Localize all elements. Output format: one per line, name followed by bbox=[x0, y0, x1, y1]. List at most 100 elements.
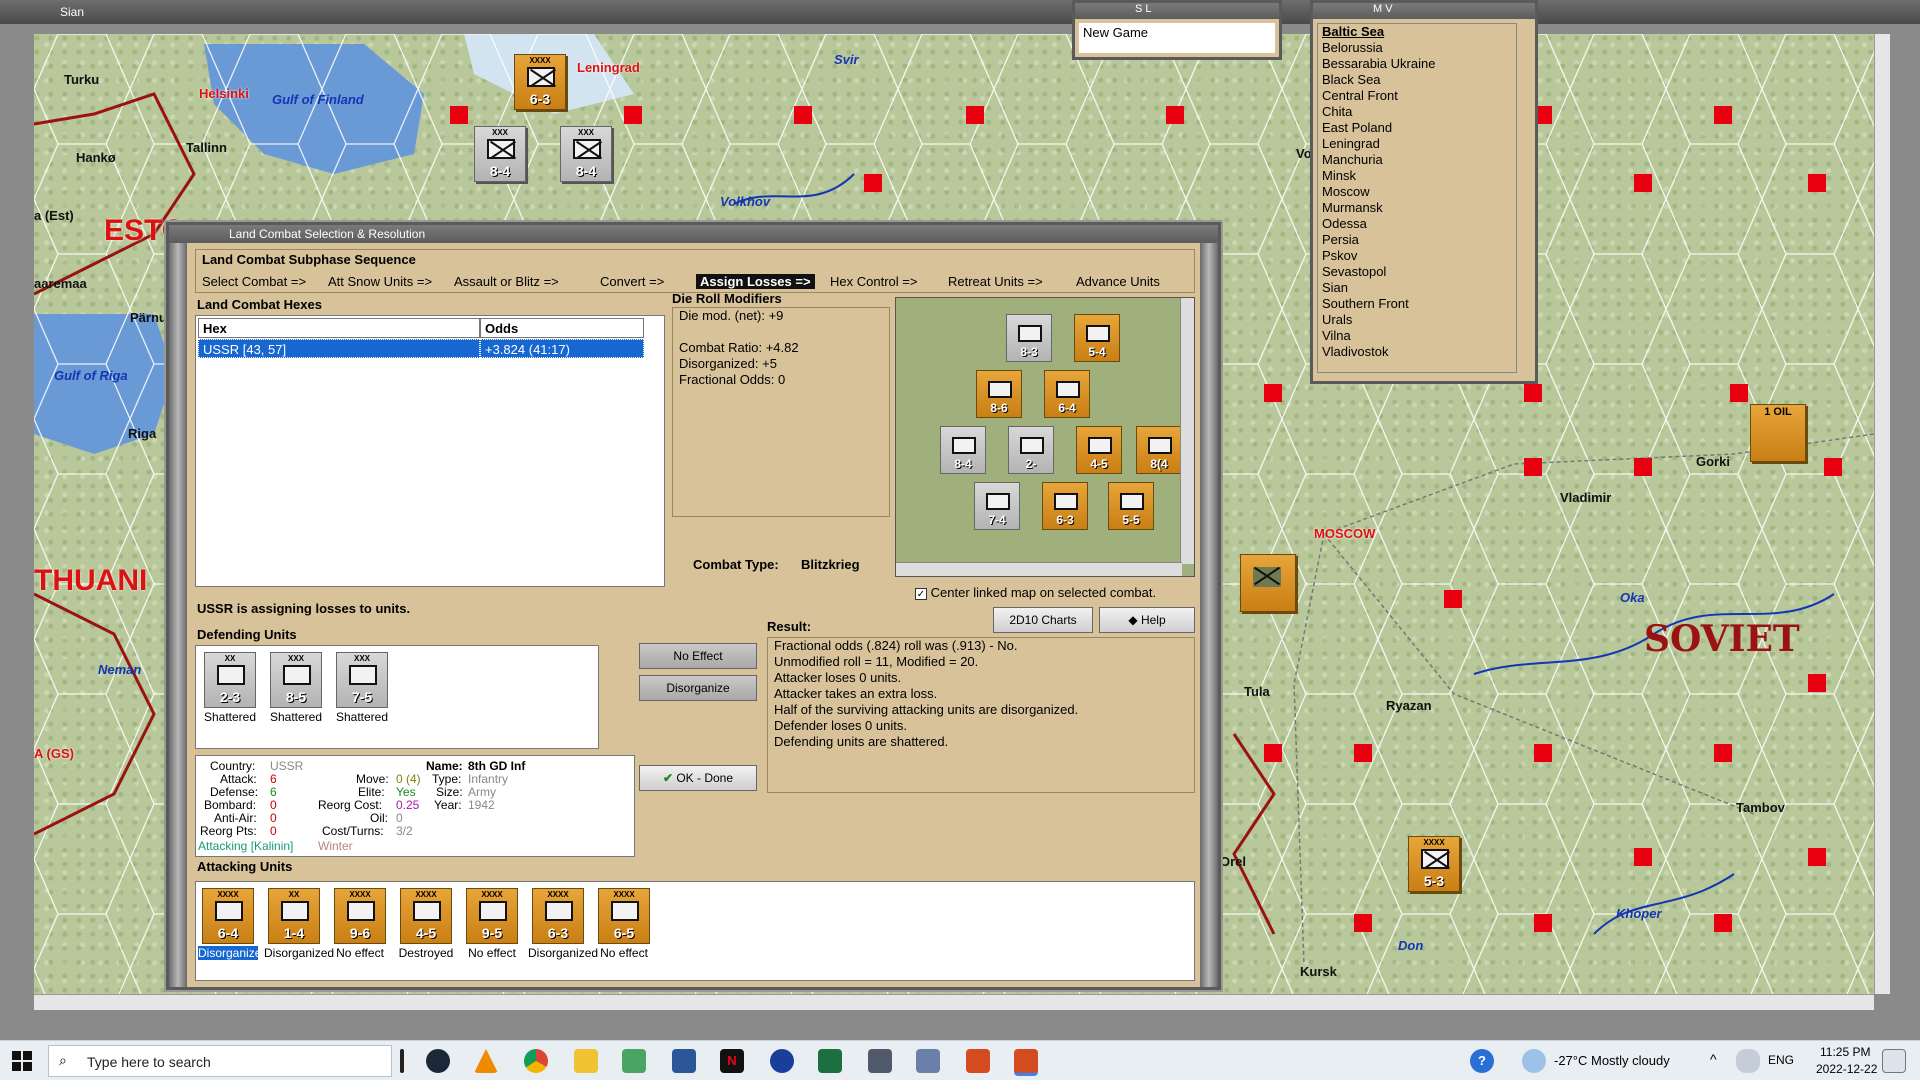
vlc-icon[interactable] bbox=[474, 1049, 498, 1073]
hex-cell[interactable]: USSR [43, 57] bbox=[198, 339, 480, 358]
minimap-counter[interactable]: 4-5 bbox=[1076, 426, 1122, 474]
attacker-unit[interactable]: XX 1-4 Disorganized bbox=[264, 888, 334, 960]
center-linked-option[interactable]: ✓ Center linked map on selected combat. bbox=[915, 585, 1156, 600]
scenario-item[interactable]: Belorussia bbox=[1318, 40, 1516, 56]
new-game-item[interactable]: New Game bbox=[1083, 25, 1148, 40]
taskbar-search[interactable]: ⌕ Type here to search bbox=[48, 1045, 392, 1077]
minimap-counter[interactable]: 8-3 bbox=[1006, 314, 1052, 362]
map-horizontal-scrollbar[interactable] bbox=[34, 994, 1874, 1010]
netflix-icon[interactable]: N bbox=[720, 1049, 744, 1073]
attacker-unit[interactable]: XXXX 6-3 Disorganized bbox=[528, 888, 598, 960]
scenario-item[interactable]: Chita bbox=[1318, 104, 1516, 120]
help-button[interactable]: ◆ Help bbox=[1099, 607, 1195, 633]
minimap-counter[interactable]: 8-6 bbox=[976, 370, 1022, 418]
app-window-icon[interactable] bbox=[916, 1049, 940, 1073]
start-button[interactable] bbox=[12, 1051, 32, 1071]
defender-unit[interactable]: XXX 7-5 Shattered bbox=[332, 652, 392, 724]
attacker-unit[interactable]: XXXX 6-4 Disorganized bbox=[198, 888, 268, 960]
windows-taskbar: ⌕ Type here to search N ? -27°C Mostly c… bbox=[0, 1040, 1920, 1080]
odds-column-header[interactable]: Odds bbox=[480, 318, 644, 338]
minimap-counter[interactable]: 2- bbox=[1008, 426, 1054, 474]
file-explorer-icon[interactable] bbox=[574, 1049, 598, 1073]
air-unit-counter[interactable] bbox=[1240, 554, 1296, 612]
land-combat-dialog: Land Combat Selection & Resolution Land … bbox=[166, 222, 1221, 990]
unit-counter[interactable]: XXX 8-4 bbox=[474, 126, 526, 182]
chevron-up-icon[interactable]: ^ bbox=[1710, 1051, 1717, 1067]
unit-counter[interactable]: XXX 8-4 bbox=[560, 126, 612, 182]
minimap-counter[interactable]: 5-5 bbox=[1108, 482, 1154, 530]
minimap-horizontal-scrollbar[interactable] bbox=[896, 562, 1182, 576]
red-marker bbox=[1444, 590, 1462, 608]
scenario-item[interactable]: Odessa bbox=[1318, 216, 1516, 232]
odds-cell[interactable]: +3.824 (41:17) bbox=[480, 339, 644, 358]
game-icon[interactable] bbox=[966, 1049, 990, 1073]
map-place-label: Gulf of Riga bbox=[54, 368, 128, 383]
sl-list[interactable]: New Game bbox=[1079, 23, 1275, 53]
map-vertical-scrollbar[interactable] bbox=[1874, 34, 1890, 994]
linked-minimap[interactable]: 8-3 5-4 8-6 6-4 8-4 2- 4-5 8(4 7-4 6-3 5… bbox=[895, 297, 1195, 577]
minimap-vertical-scrollbar[interactable] bbox=[1180, 298, 1194, 564]
red-marker bbox=[794, 106, 812, 124]
minimap-counter[interactable]: 8(4 bbox=[1136, 426, 1182, 474]
defender-unit[interactable]: XXX 8-5 Shattered bbox=[266, 652, 326, 724]
mech-symbol-icon bbox=[413, 901, 441, 921]
scenario-item[interactable]: Pskov bbox=[1318, 248, 1516, 264]
scenario-item[interactable]: Urals bbox=[1318, 312, 1516, 328]
scenario-list[interactable]: Baltic Sea Belorussia Bessarabia Ukraine Bl… bbox=[1317, 23, 1517, 373]
scenario-item[interactable]: Persia bbox=[1318, 232, 1516, 248]
scenario-item[interactable]: Black Sea bbox=[1318, 72, 1516, 88]
scenario-item[interactable]: Central Front bbox=[1318, 88, 1516, 104]
scenario-item[interactable]: Sevastopol bbox=[1318, 264, 1516, 280]
minimap-counter[interactable]: 7-4 bbox=[974, 482, 1020, 530]
minimap-counter[interactable]: 6-3 bbox=[1042, 482, 1088, 530]
minimap-counter[interactable]: 8-4 bbox=[940, 426, 986, 474]
attacker-unit[interactable]: XXXX 6-5 No effect bbox=[594, 888, 654, 960]
attacker-unit[interactable]: XXXX 4-5 Destroyed bbox=[396, 888, 456, 960]
charts-button[interactable]: 2D10 Charts bbox=[993, 607, 1093, 633]
disney-icon[interactable] bbox=[770, 1049, 794, 1073]
scenario-item[interactable]: Moscow bbox=[1318, 184, 1516, 200]
red-marker bbox=[1808, 848, 1826, 866]
network-icon[interactable] bbox=[1736, 1049, 1760, 1073]
scenario-item[interactable]: Manchuria bbox=[1318, 152, 1516, 168]
steam-icon[interactable] bbox=[426, 1049, 450, 1073]
attacker-unit[interactable]: XXXX 9-6 No effect bbox=[330, 888, 390, 960]
attacker-unit[interactable]: XXXX 9-5 No effect bbox=[462, 888, 522, 960]
scenario-item[interactable]: Murmansk bbox=[1318, 200, 1516, 216]
no-effect-button[interactable]: No Effect bbox=[639, 643, 757, 669]
scenario-item[interactable]: Vladivostok bbox=[1318, 344, 1516, 360]
notepad-icon[interactable] bbox=[622, 1049, 646, 1073]
scenario-item[interactable]: Southern Front bbox=[1318, 296, 1516, 312]
armor-symbol-icon bbox=[479, 901, 507, 921]
center-linked-checkbox[interactable]: ✓ bbox=[915, 587, 927, 600]
ok-done-button[interactable]: ✔ OK - Done bbox=[639, 765, 757, 791]
weather-text[interactable]: -27°C Mostly cloudy bbox=[1554, 1053, 1670, 1068]
scenario-item[interactable]: Baltic Sea bbox=[1318, 24, 1516, 40]
word-icon[interactable] bbox=[672, 1049, 696, 1073]
task-view-icon[interactable] bbox=[400, 1049, 404, 1073]
scenario-item[interactable]: Bessarabia Ukraine bbox=[1318, 56, 1516, 72]
unit-counter[interactable]: XXXX 5-3 bbox=[1408, 836, 1460, 892]
disorganize-button[interactable]: Disorganize bbox=[639, 675, 757, 701]
notification-icon[interactable] bbox=[1882, 1049, 1906, 1073]
language-indicator[interactable]: ENG bbox=[1768, 1053, 1794, 1067]
hex-column-header[interactable]: Hex bbox=[198, 318, 480, 338]
calculator-icon[interactable] bbox=[868, 1049, 892, 1073]
weather-icon[interactable] bbox=[1522, 1049, 1546, 1073]
minimap-counter[interactable]: 6-4 bbox=[1044, 370, 1090, 418]
scenario-item[interactable]: Minsk bbox=[1318, 168, 1516, 184]
game-icon-active[interactable] bbox=[1014, 1049, 1038, 1073]
chrome-icon[interactable] bbox=[524, 1049, 548, 1073]
oil-counter[interactable]: 1 OIL bbox=[1750, 404, 1806, 462]
clock-time[interactable]: 11:25 PM bbox=[1820, 1045, 1870, 1059]
scenario-item[interactable]: Vilna bbox=[1318, 328, 1516, 344]
scenario-item[interactable]: Leningrad bbox=[1318, 136, 1516, 152]
scenario-item[interactable]: East Poland bbox=[1318, 120, 1516, 136]
unit-counter[interactable]: XXXX 6-3 bbox=[514, 54, 566, 110]
scenario-item[interactable]: Sian bbox=[1318, 280, 1516, 296]
minimap-counter[interactable]: 5-4 bbox=[1074, 314, 1120, 362]
clock-date[interactable]: 2022-12-22 bbox=[1816, 1062, 1877, 1076]
defender-unit[interactable]: XX 2-3 Shattered bbox=[200, 652, 260, 724]
help-tray-icon[interactable]: ? bbox=[1470, 1049, 1494, 1073]
excel-icon[interactable] bbox=[818, 1049, 842, 1073]
